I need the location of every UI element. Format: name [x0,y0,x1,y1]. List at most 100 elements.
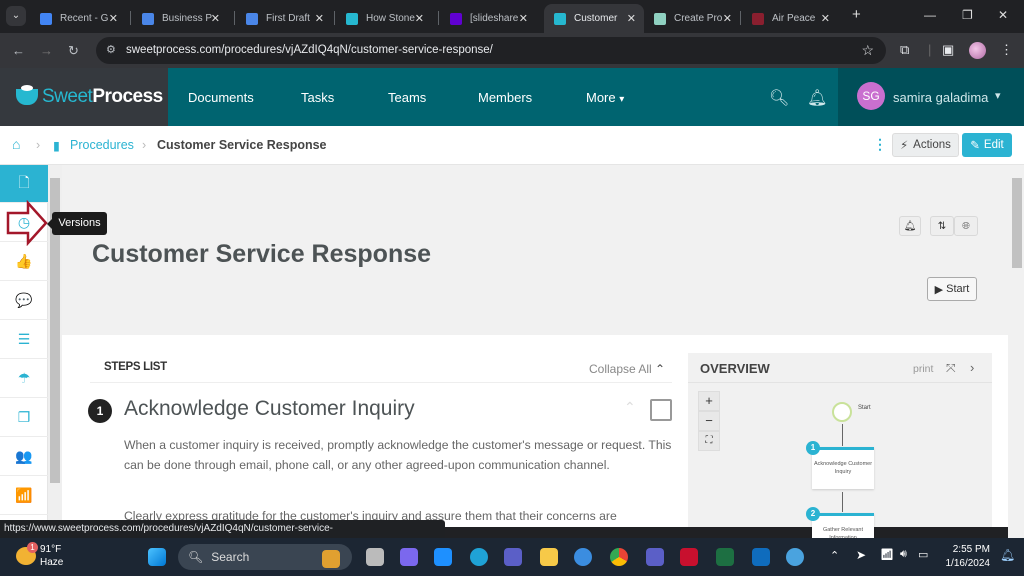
sidebar-item[interactable]: 👍 [0,243,48,281]
page-scrollbar-thumb[interactable] [1012,178,1022,268]
close-tab-icon[interactable]: ✕ [723,12,732,25]
step-collapse-chevron-icon[interactable]: ⌃ [624,399,636,416]
reload-icon[interactable]: ↻ [68,43,79,59]
task-view-icon[interactable] [366,548,384,566]
flow-step-node[interactable]: Acknowledge Customer Inquiry [812,447,874,489]
side-panel-icon[interactable]: ▣ [942,42,954,58]
weather-widget[interactable]: 91°F Haze [40,543,63,569]
battery-icon[interactable]: ▭ [918,548,928,561]
browser-tab[interactable]: How Stone ✕ [336,4,432,33]
sidebar-item[interactable]: 📶 [0,477,48,515]
site-info-icon[interactable]: ⚙ [106,43,116,56]
restore-button[interactable]: ❐ [962,8,973,22]
mail-icon[interactable] [434,548,452,566]
sidebar-item[interactable]: 👥 [0,438,48,476]
nav-teams[interactable]: Teams [388,90,426,105]
breadcrumb-procedures[interactable]: Procedures [70,138,134,152]
notifications-bell-icon[interactable]: 🔔︎ [807,88,827,108]
forward-icon[interactable]: → [40,43,53,58]
close-tab-icon[interactable]: ✕ [627,12,636,25]
browser-tab[interactable]: Recent - G ✕ [30,4,126,33]
close-window-button[interactable]: ✕ [998,8,1008,22]
tab-search-button[interactable]: ⌄ [6,6,26,26]
browser-toolbar: ← → ↻ ⚙ sweetprocess.com/procedures/vjAZ… [0,33,1024,68]
sidebar-item[interactable]: 💬 [0,282,48,320]
browser-tab-strip: ⌄ Recent - G ✕ Business P ✕ First Draft ✕ How … [0,0,1024,33]
wifi-icon[interactable]: 📶︎ [880,548,894,561]
flow-start-node[interactable] [832,402,852,422]
collapse-all-button[interactable]: Collapse All ⌃ [589,362,665,376]
sidebar-item[interactable]: ☂ [0,360,48,398]
language-button[interactable]: 🌐︎ [954,216,978,236]
teams-new-icon[interactable] [646,548,664,566]
user-menu[interactable]: SG samira galadima ▾ [838,68,1024,126]
browser-tab[interactable]: First Draft ✕ [236,4,332,33]
actions-label: Actions [913,139,951,151]
chevron-down-icon: ▾ [995,90,1001,102]
notification-bell-icon[interactable]: 🔔︎ [1000,548,1015,562]
more-options-icon[interactable]: ⋮ [873,136,887,153]
mcafee-icon[interactable] [680,548,698,566]
location-icon: ➤ [856,548,867,562]
browser-tab[interactable]: Air Peace ✕ [742,4,838,33]
volume-icon[interactable]: 🔊︎ [900,548,907,561]
back-icon[interactable]: ← [12,43,25,58]
google-docs-icon [142,12,154,25]
excel-icon[interactable] [716,548,734,566]
search-icon[interactable]: 🔍︎ [769,88,789,108]
close-tab-icon[interactable]: ✕ [315,12,324,25]
extensions-icon[interactable]: ⧉ [900,42,909,58]
nav-members[interactable]: Members [478,90,532,105]
close-tab-icon[interactable]: ✕ [109,12,118,25]
bookmark-star-icon[interactable]: ☆ [861,42,874,59]
sweetprocess-logo[interactable]: Sweet Process [0,68,168,126]
url-text[interactable]: sweetprocess.com/procedures/vjAZdIQ4qN/c… [126,44,493,56]
close-tab-icon[interactable]: ✕ [211,12,220,25]
actions-button[interactable]: ⚡︎ Actions [892,133,959,157]
taskbar-clock[interactable]: 2:55 PM 1/16/2024 [940,543,991,571]
home-icon[interactable]: ⌂ [12,136,20,152]
address-bar[interactable]: ⚙ sweetprocess.com/procedures/vjAZdIQ4qN… [96,37,886,64]
print-link[interactable]: print [913,363,933,375]
browser-tab[interactable]: Business P ✕ [132,4,228,33]
tray-overflow-icon[interactable]: ⌃ [830,549,839,562]
file-explorer-icon[interactable] [540,548,558,566]
browser-tab[interactable]: Customer ✕ [544,4,644,33]
nav-more[interactable]: More ▾ [586,90,624,105]
browser-tab[interactable]: Create Pro ✕ [644,4,740,33]
windows-start-icon[interactable] [148,548,166,566]
edge-icon[interactable] [470,548,488,566]
meet-icon[interactable] [400,548,418,566]
browser-menu-icon[interactable]: ⋮ [1000,42,1013,58]
nav-tasks[interactable]: Tasks [301,90,334,105]
close-tab-icon[interactable]: ✕ [415,12,424,25]
follow-bell-button[interactable]: 🔔︎ [899,216,921,236]
new-tab-button[interactable]: + [852,6,861,23]
sidebar-item[interactable]: 🗋 [0,165,48,203]
start-button[interactable]: ▶ Start [927,277,977,301]
teams-icon[interactable] [504,548,522,566]
zoom-out-button[interactable]: − [698,411,720,431]
sidebar-item[interactable]: ☰ [0,321,48,359]
fit-view-button[interactable]: ⛶ [698,431,720,451]
outlook-icon[interactable] [752,548,770,566]
chevron-right-icon[interactable]: › [970,360,974,375]
paint-icon[interactable] [786,548,804,566]
flow-step-badge: 2 [806,507,820,521]
close-tab-icon[interactable]: ✕ [821,12,830,25]
chrome-icon[interactable] [610,548,628,566]
app-icon[interactable] [574,548,592,566]
close-tab-icon[interactable]: ✕ [519,12,528,25]
expand-icon[interactable]: ⤧ [946,361,956,376]
zoom-in-button[interactable]: + [698,391,720,411]
sort-button[interactable]: ⇅ [930,216,954,236]
sidebar-item[interactable]: ❐ [0,399,48,437]
step-complete-checkbox[interactable] [650,399,672,421]
profile-avatar[interactable] [969,42,986,59]
step-title[interactable]: Acknowledge Customer Inquiry [124,397,415,421]
procedure-main: Customer Service Response 🔔︎ ⇅ 🌐︎ ▶ Start… [62,165,1008,555]
browser-tab[interactable]: [slideshare ✕ [440,4,536,33]
minimize-button[interactable]: — [924,8,936,22]
nav-documents[interactable]: Documents [188,90,254,105]
edit-button[interactable]: ✎ Edit [962,133,1012,157]
